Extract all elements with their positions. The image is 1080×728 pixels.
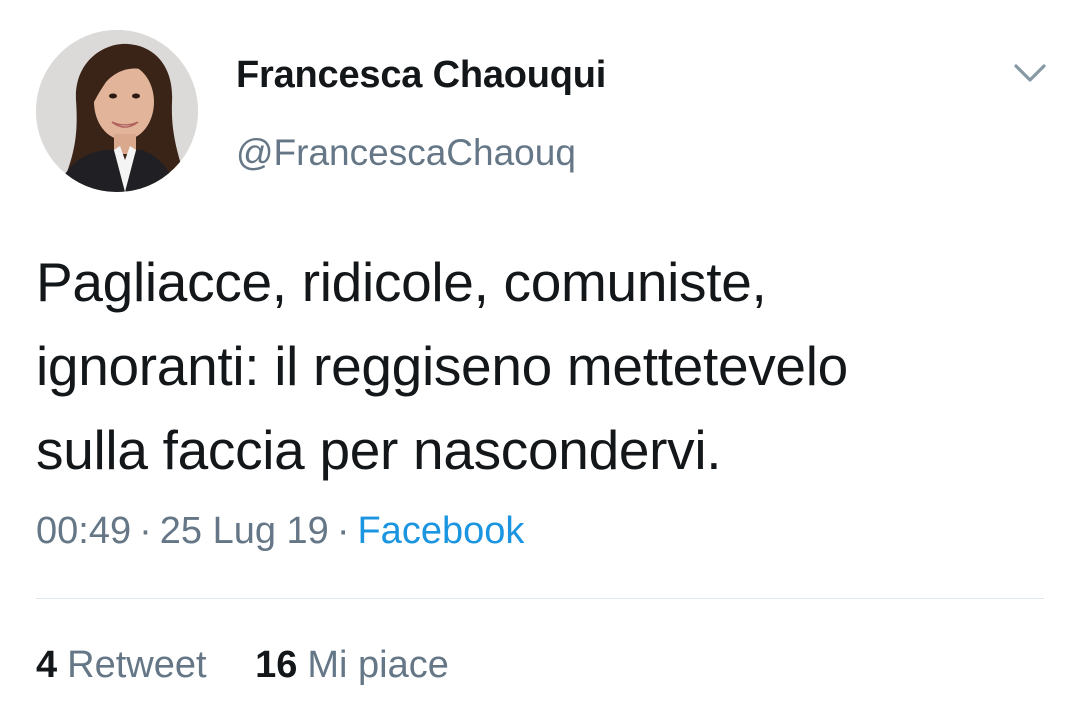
likes-stat[interactable]: 16 Mi piace bbox=[255, 644, 449, 687]
chevron-down-icon[interactable] bbox=[1010, 58, 1050, 88]
profile-photo bbox=[36, 30, 198, 192]
retweets-stat[interactable]: 4 Retweet bbox=[36, 644, 207, 687]
likes-label: Mi piace bbox=[307, 644, 449, 686]
tweet-source-link[interactable]: Facebook bbox=[357, 510, 524, 552]
meta-separator: · bbox=[336, 510, 350, 552]
tweet-time[interactable]: 00:49 bbox=[36, 510, 131, 552]
divider bbox=[36, 598, 1044, 599]
likes-count: 16 bbox=[255, 644, 298, 686]
tweet-meta: 00:49 · 25 Lug 19 · Facebook bbox=[36, 510, 524, 553]
tweet-stats: 4 Retweet 16 Mi piace bbox=[36, 644, 449, 687]
author-display-name[interactable]: Francesca Chaouqui bbox=[236, 54, 606, 97]
tweet-text-line: sulla faccia per nascondervi. bbox=[36, 419, 722, 481]
meta-separator: · bbox=[139, 510, 152, 552]
avatar[interactable] bbox=[36, 30, 198, 192]
tweet-date[interactable]: 25 Lug 19 bbox=[160, 510, 329, 552]
tweet-text-line: ignoranti: il reggiseno mettetevelo bbox=[36, 335, 848, 397]
retweets-count: 4 bbox=[36, 644, 58, 686]
tweet-text-line: Pagliacce, ridicole, comuniste, bbox=[36, 251, 767, 313]
retweets-label: Retweet bbox=[67, 644, 207, 686]
tweet-text: Pagliacce, ridicole, comuniste, ignorant… bbox=[36, 240, 1046, 492]
author-handle[interactable]: @FrancescaChaouq bbox=[236, 132, 576, 174]
